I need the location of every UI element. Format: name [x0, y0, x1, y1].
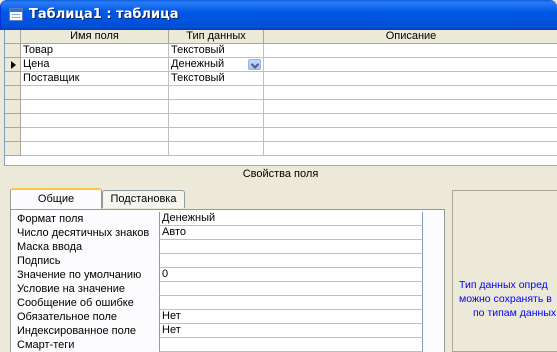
field-name-cell[interactable]: Товар	[21, 44, 169, 58]
property-label: Смарт-теги	[17, 339, 75, 351]
help-text-line: можно сохранять в	[459, 293, 552, 305]
description-cell[interactable]	[264, 86, 557, 100]
row-selector[interactable]	[5, 86, 21, 100]
data-type-cell[interactable]	[169, 114, 264, 128]
property-value[interactable]: 0	[159, 268, 423, 282]
row-selector[interactable]	[5, 44, 21, 58]
table-design-window: Таблица1 : таблица Имя поля Тип данных О…	[0, 0, 557, 352]
property-row: Число десятичных знаков Авто	[11, 226, 441, 240]
property-row: Смарт-теги	[11, 338, 441, 352]
description-cell[interactable]	[264, 142, 557, 156]
data-type-cell[interactable]: Текстовый	[169, 44, 264, 58]
row-selector[interactable]	[5, 142, 21, 156]
data-type-cell[interactable]	[169, 128, 264, 142]
field-name-cell[interactable]	[21, 86, 169, 100]
column-header-data-type[interactable]: Тип данных	[169, 30, 264, 44]
data-type-cell[interactable]	[169, 100, 264, 114]
row-selector[interactable]	[5, 128, 21, 142]
help-text-line: по типам данных	[473, 307, 557, 319]
tab-lookup[interactable]: Подстановка	[102, 190, 185, 208]
empty-row	[5, 114, 557, 128]
title-bar[interactable]: Таблица1 : таблица	[0, 0, 557, 30]
general-tab-panel: Формат поля Денежный Число десятичных зн…	[10, 209, 445, 352]
property-row: Сообщение об ошибке	[11, 296, 441, 310]
table-row: Цена Денежный	[5, 58, 557, 72]
property-label: Сообщение об ошибке	[17, 297, 134, 309]
property-value[interactable]: Денежный	[159, 212, 423, 226]
row-selector[interactable]	[5, 114, 21, 128]
property-value[interactable]	[159, 254, 423, 268]
description-cell[interactable]	[264, 100, 557, 114]
description-cell[interactable]	[264, 72, 557, 86]
field-name-cell[interactable]: Цена	[21, 58, 169, 72]
field-name-cell[interactable]	[21, 142, 169, 156]
description-cell[interactable]	[264, 128, 557, 142]
property-label: Условие на значение	[17, 283, 126, 295]
description-cell[interactable]	[264, 58, 557, 72]
table-row: Поставщик Текстовый	[5, 72, 557, 86]
property-value[interactable]: Авто	[159, 226, 423, 240]
property-row: Подпись	[11, 254, 441, 268]
field-grid: Имя поля Тип данных Описание Товар Текст…	[4, 30, 557, 165]
data-type-cell[interactable]	[169, 86, 264, 100]
property-label: Формат поля	[17, 213, 84, 225]
property-value[interactable]	[159, 282, 423, 296]
description-cell[interactable]	[264, 114, 557, 128]
data-type-cell[interactable]: Текстовый	[169, 72, 264, 86]
field-name-cell[interactable]	[21, 114, 169, 128]
help-text-line: Тип данных опред	[459, 279, 548, 291]
data-type-cell[interactable]	[169, 142, 264, 156]
property-row: Значение по умолчанию 0	[11, 268, 441, 282]
empty-row	[5, 128, 557, 142]
data-type-value: Денежный	[171, 58, 225, 70]
table-icon	[9, 8, 23, 21]
help-pane: Тип данных опред можно сохранять в по ти…	[452, 190, 557, 352]
field-properties-label: Свойства поля	[4, 165, 557, 181]
property-value[interactable]	[159, 240, 423, 254]
property-label: Индексированное поле	[17, 325, 136, 337]
property-value[interactable]: Нет	[159, 310, 423, 324]
row-selector[interactable]	[5, 100, 21, 114]
row-selector[interactable]	[5, 58, 21, 72]
data-type-dropdown-button[interactable]	[248, 59, 261, 70]
property-label: Маска ввода	[17, 241, 83, 253]
window-title: Таблица1 : таблица	[29, 7, 179, 22]
field-name-cell[interactable]: Поставщик	[21, 72, 169, 86]
column-header-field-name[interactable]: Имя поля	[21, 30, 169, 44]
property-label: Обязательное поле	[17, 311, 118, 323]
row-selector[interactable]	[5, 72, 21, 86]
property-label: Число десятичных знаков	[17, 227, 150, 239]
data-type-cell[interactable]: Денежный	[169, 58, 264, 72]
property-row: Формат поля Денежный	[11, 212, 441, 226]
table-row: Товар Текстовый	[5, 44, 557, 58]
property-row: Маска ввода	[11, 240, 441, 254]
row-selector-header[interactable]	[5, 30, 21, 44]
property-row: Обязательное поле Нет	[11, 310, 441, 324]
description-cell[interactable]	[264, 44, 557, 58]
property-value[interactable]	[159, 338, 423, 352]
tab-general[interactable]: Общие	[10, 188, 102, 209]
column-header-description[interactable]: Описание	[264, 30, 557, 44]
property-row: Условие на значение	[11, 282, 441, 296]
current-row-arrow-icon	[11, 61, 16, 69]
empty-row	[5, 86, 557, 100]
property-value[interactable]	[159, 296, 423, 310]
property-label: Подпись	[17, 255, 61, 267]
property-row: Индексированное поле Нет	[11, 324, 441, 338]
empty-row	[5, 100, 557, 114]
field-name-cell[interactable]	[21, 100, 169, 114]
property-label: Значение по умолчанию	[17, 269, 142, 281]
field-name-cell[interactable]	[21, 128, 169, 142]
empty-row	[5, 142, 557, 156]
property-value[interactable]: Нет	[159, 324, 423, 338]
